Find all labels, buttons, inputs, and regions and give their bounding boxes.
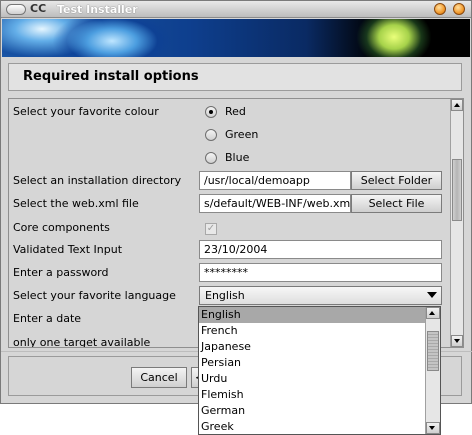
language-option[interactable]: Persian — [199, 355, 425, 371]
dropdown-scroll-thumb[interactable] — [427, 331, 439, 371]
target-label: only one target available — [13, 336, 151, 348]
scroll-down-arrow-icon[interactable] — [451, 335, 463, 347]
radio-selected-icon — [205, 106, 217, 118]
radio-red-label: Red — [225, 105, 246, 118]
password-label: Enter a password — [13, 266, 109, 279]
select-file-button[interactable]: Select File — [351, 194, 442, 213]
minimize-button[interactable] — [434, 3, 446, 15]
install-dir-label: Select an installation directory — [13, 174, 182, 187]
language-options: English French Japanese Persian Urdu Fle… — [199, 307, 425, 435]
radio-unselected-icon — [205, 152, 217, 164]
app-logo-icon: CC — [30, 2, 47, 15]
core-components-checkbox[interactable]: ✓ — [205, 223, 217, 235]
radio-unselected-icon — [205, 129, 217, 141]
language-option[interactable]: Flemish — [199, 387, 425, 403]
language-option[interactable]: French — [199, 323, 425, 339]
language-label: Select your favorite language — [13, 289, 176, 302]
radio-green[interactable]: Green — [205, 127, 285, 143]
cancel-button[interactable]: Cancel — [131, 367, 187, 388]
radio-blue-label: Blue — [225, 151, 250, 164]
language-select-value: English — [205, 289, 245, 302]
language-select[interactable]: English — [199, 286, 442, 305]
section-header: Required install options — [8, 63, 462, 91]
webxml-input[interactable]: s/default/WEB-INF/web.xml — [199, 194, 351, 213]
window-toolbar-toggle-button[interactable] — [6, 4, 26, 15]
language-option[interactable]: Urdu — [199, 371, 425, 387]
date-label: Enter a date — [13, 312, 82, 325]
language-dropdown-list[interactable]: English French Japanese Persian Urdu Fle… — [198, 306, 441, 435]
scroll-up-arrow-icon[interactable] — [426, 307, 440, 319]
webxml-label: Select the web.xml file — [13, 197, 139, 210]
scroll-up-arrow-icon[interactable] — [451, 99, 463, 111]
window-title: Test Installer — [57, 3, 138, 16]
chevron-down-icon — [427, 292, 437, 298]
password-input[interactable]: ******** — [199, 263, 442, 282]
language-option[interactable]: Japanese — [199, 339, 425, 355]
scroll-thumb[interactable] — [452, 159, 462, 221]
radio-green-label: Green — [225, 128, 259, 141]
language-option[interactable]: English — [199, 307, 425, 323]
banner-image — [2, 19, 470, 57]
validated-label: Validated Text Input — [13, 243, 123, 256]
select-folder-button[interactable]: Select Folder — [351, 171, 442, 190]
language-option[interactable]: Greek — [199, 419, 425, 435]
validated-input[interactable]: 23/10/2004 — [199, 240, 442, 259]
radio-blue[interactable]: Blue — [205, 150, 285, 166]
radio-red[interactable]: Red — [205, 104, 285, 120]
scroll-down-arrow-icon[interactable] — [426, 422, 440, 434]
section-title: Required install options — [23, 69, 199, 84]
close-button[interactable] — [453, 3, 465, 15]
title-bar[interactable]: CC Test Installer — [1, 1, 471, 18]
form-scrollbar[interactable] — [450, 99, 463, 347]
core-components-label: Core components — [13, 221, 110, 234]
language-option[interactable]: German — [199, 403, 425, 419]
dropdown-scrollbar[interactable] — [425, 307, 440, 434]
colour-label: Select your favorite colour — [13, 105, 159, 118]
install-dir-input[interactable]: /usr/local/demoapp — [199, 171, 351, 190]
